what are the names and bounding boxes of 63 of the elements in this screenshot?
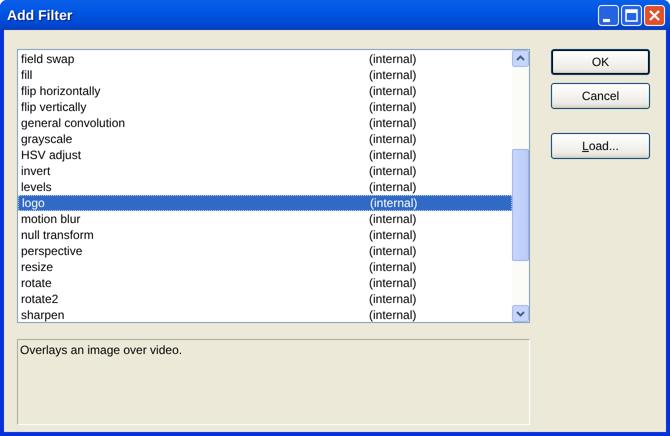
filter-source: (internal) <box>369 308 416 322</box>
close-icon[interactable] <box>644 4 665 26</box>
minimize-icon[interactable] <box>598 4 619 26</box>
filter-source: (internal) <box>369 180 416 194</box>
filter-source: (internal) <box>369 228 416 242</box>
filter-source: (internal) <box>369 148 416 162</box>
filter-source: (internal) <box>369 276 416 290</box>
filter-row[interactable]: sharpen (internal) <box>18 307 512 323</box>
filter-row[interactable]: grayscale (internal) <box>18 131 512 147</box>
dialog-button[interactable]: OK <box>551 49 650 75</box>
filter-row[interactable]: flip vertically (internal) <box>18 99 512 115</box>
filter-row[interactable]: levels (internal) <box>18 179 512 195</box>
filter-name: perspective <box>21 244 84 258</box>
filter-row[interactable]: logo (internal) <box>18 195 512 211</box>
filter-name: sharpen <box>21 308 66 322</box>
filter-row[interactable]: field swap (internal) <box>18 51 512 67</box>
scroll-thumb[interactable] <box>512 149 529 261</box>
filter-row[interactable]: resize (internal) <box>18 259 512 275</box>
maximize-icon[interactable] <box>621 4 642 26</box>
filter-name: rotate <box>21 276 53 290</box>
filter-name: null transform <box>21 228 95 242</box>
filter-name: field swap <box>21 52 76 66</box>
filter-name: motion blur <box>21 212 82 226</box>
filter-source: (internal) <box>369 52 416 66</box>
filter-name: invert <box>21 164 52 178</box>
dialog-button[interactable]: Cancel <box>551 83 650 109</box>
scrollbar[interactable] <box>512 50 529 322</box>
filter-name: flip vertically <box>21 100 88 114</box>
filter-row[interactable]: rotate2 (internal) <box>18 291 512 307</box>
filter-name: HSV adjust <box>21 148 82 162</box>
filter-row[interactable]: HSV adjust (internal) <box>18 147 512 163</box>
filter-source: (internal) <box>369 84 416 98</box>
filter-source: (internal) <box>369 100 416 114</box>
filter-row[interactable]: invert (internal) <box>18 163 512 179</box>
filter-source: (internal) <box>369 68 416 82</box>
filter-source: (internal) <box>369 212 416 226</box>
filter-row[interactable]: general convolution (internal) <box>18 115 512 131</box>
window-title: Add Filter <box>7 7 74 23</box>
filter-row[interactable]: flip horizontally (internal) <box>18 83 512 99</box>
filter-name: levels <box>21 180 53 194</box>
filter-source: (internal) <box>369 116 416 130</box>
filter-row[interactable]: rotate (internal) <box>18 275 512 291</box>
filter-row[interactable]: motion blur (internal) <box>18 211 512 227</box>
filter-name: rotate2 <box>21 292 60 306</box>
filter-name: general convolution <box>21 116 126 130</box>
filter-row[interactable]: null transform (internal) <box>18 227 512 243</box>
filter-name: logo <box>22 196 46 210</box>
filter-name: fill <box>21 68 34 82</box>
filter-name: grayscale <box>21 132 74 146</box>
filter-source: (internal) <box>369 292 416 306</box>
filter-source: (internal) <box>369 132 416 146</box>
filter-row[interactable]: fill (internal) <box>18 67 512 83</box>
filter-name: flip horizontally <box>21 84 102 98</box>
filter-source: (internal) <box>369 244 416 258</box>
dialog-button[interactable]: Load... <box>551 133 650 159</box>
filter-source: (internal) <box>370 196 418 210</box>
filter-source: (internal) <box>369 260 416 274</box>
filter-source: (internal) <box>369 164 416 178</box>
scroll-down-icon[interactable] <box>512 305 529 322</box>
filter-row[interactable]: perspective (internal) <box>18 243 512 259</box>
description-text: Overlays an image over video. <box>17 339 530 425</box>
filter-name: resize <box>21 260 54 274</box>
scroll-up-icon[interactable] <box>512 50 529 67</box>
